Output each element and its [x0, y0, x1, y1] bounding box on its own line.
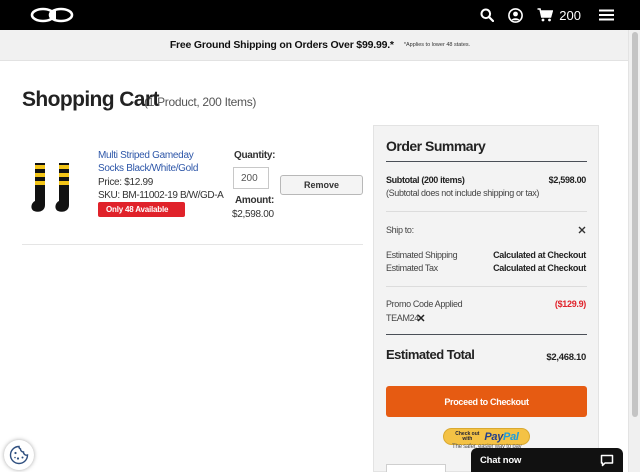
secondary-button-partial[interactable] [386, 464, 446, 472]
estimated-tax-value: Calculated at Checkout [493, 263, 586, 273]
order-summary-panel: Order Summary Subtotal (200 items) (Subt… [373, 125, 599, 472]
product-image[interactable] [29, 159, 77, 219]
paypal-checkout-button[interactable]: Check out with PayPal [443, 428, 530, 445]
search-icon[interactable] [480, 8, 495, 22]
estimated-tax-label: Estimated Tax [386, 263, 438, 273]
promo-discount-value: ($129.9) [554, 299, 586, 309]
estimated-total-value: $2,468.10 [546, 352, 586, 363]
subtotal-value: $2,598.00 [548, 175, 587, 185]
summary-divider [386, 286, 587, 287]
product-name-link[interactable]: Multi Striped Gameday Socks Black/White/… [98, 149, 208, 175]
promo-code-label: Promo Code Applied [386, 299, 463, 309]
quantity-input[interactable] [233, 167, 269, 189]
order-summary-title: Order Summary [386, 138, 486, 154]
summary-divider [386, 211, 587, 212]
cookie-settings-button[interactable] [4, 440, 34, 470]
proceed-to-checkout-button[interactable]: Proceed to Checkout [386, 386, 587, 417]
menu-icon[interactable] [599, 9, 614, 21]
subtotal-label: Subtotal (200 items) [386, 175, 465, 185]
paypal-logo: PayPal [484, 430, 519, 443]
account-icon[interactable] [508, 7, 524, 23]
header-actions: 200 [466, 0, 614, 30]
amount-value: $2,598.00 [232, 209, 274, 220]
page-title: Shopping Cart [22, 88, 159, 111]
availability-badge: Only 48 Available [98, 202, 185, 217]
product-sku: SKU: BM-11002-19 B/W/GD-A [98, 190, 224, 201]
page-scrollbar[interactable] [628, 30, 640, 472]
cart-count-summary: (1 Product, 200 Items) [144, 95, 257, 109]
product-price: Price: $12.99 [98, 177, 154, 188]
cart-count: 200 [559, 7, 581, 23]
summary-divider [386, 334, 587, 335]
top-navigation-bar: 200 [0, 0, 640, 30]
paypal-logo-pal: Pal [503, 430, 519, 443]
paypal-logo-pay: Pay [484, 430, 504, 443]
remove-promo-icon[interactable] [417, 314, 425, 322]
item-divider [22, 244, 363, 245]
estimated-total-label: Estimated Total [386, 347, 475, 362]
summary-divider [386, 161, 587, 162]
amount-label: Amount: [235, 195, 274, 206]
cart-button[interactable]: 200 [537, 8, 581, 23]
logo-icon[interactable] [30, 6, 76, 24]
chat-bubble-icon [600, 454, 614, 466]
quantity-label: Quantity: [234, 150, 276, 161]
chat-label: Chat now [480, 454, 522, 466]
subtotal-note: (Subtotal does not include shipping or t… [386, 188, 540, 198]
cart-icon [537, 8, 554, 22]
remove-button[interactable]: Remove [280, 175, 363, 195]
shipping-promo-text: Free Ground Shipping on Orders Over $99.… [169, 39, 394, 51]
estimated-shipping-value: Calculated at Checkout [493, 250, 586, 260]
shipping-promo-note: *Applies to lower 48 states. [403, 42, 471, 48]
close-icon[interactable] [578, 226, 586, 234]
estimated-shipping-label: Estimated Shipping [386, 250, 458, 260]
promo-code-value: TEAM24 [386, 313, 419, 323]
paypal-small-text: Check out with [455, 430, 480, 442]
chat-widget[interactable]: Chat now [471, 448, 623, 472]
shipping-promo-bar: Free Ground Shipping on Orders Over $99.… [0, 30, 640, 61]
ship-to-label: Ship to: [386, 225, 414, 235]
cookie-icon [9, 445, 29, 465]
scrollbar-thumb[interactable] [632, 32, 638, 417]
